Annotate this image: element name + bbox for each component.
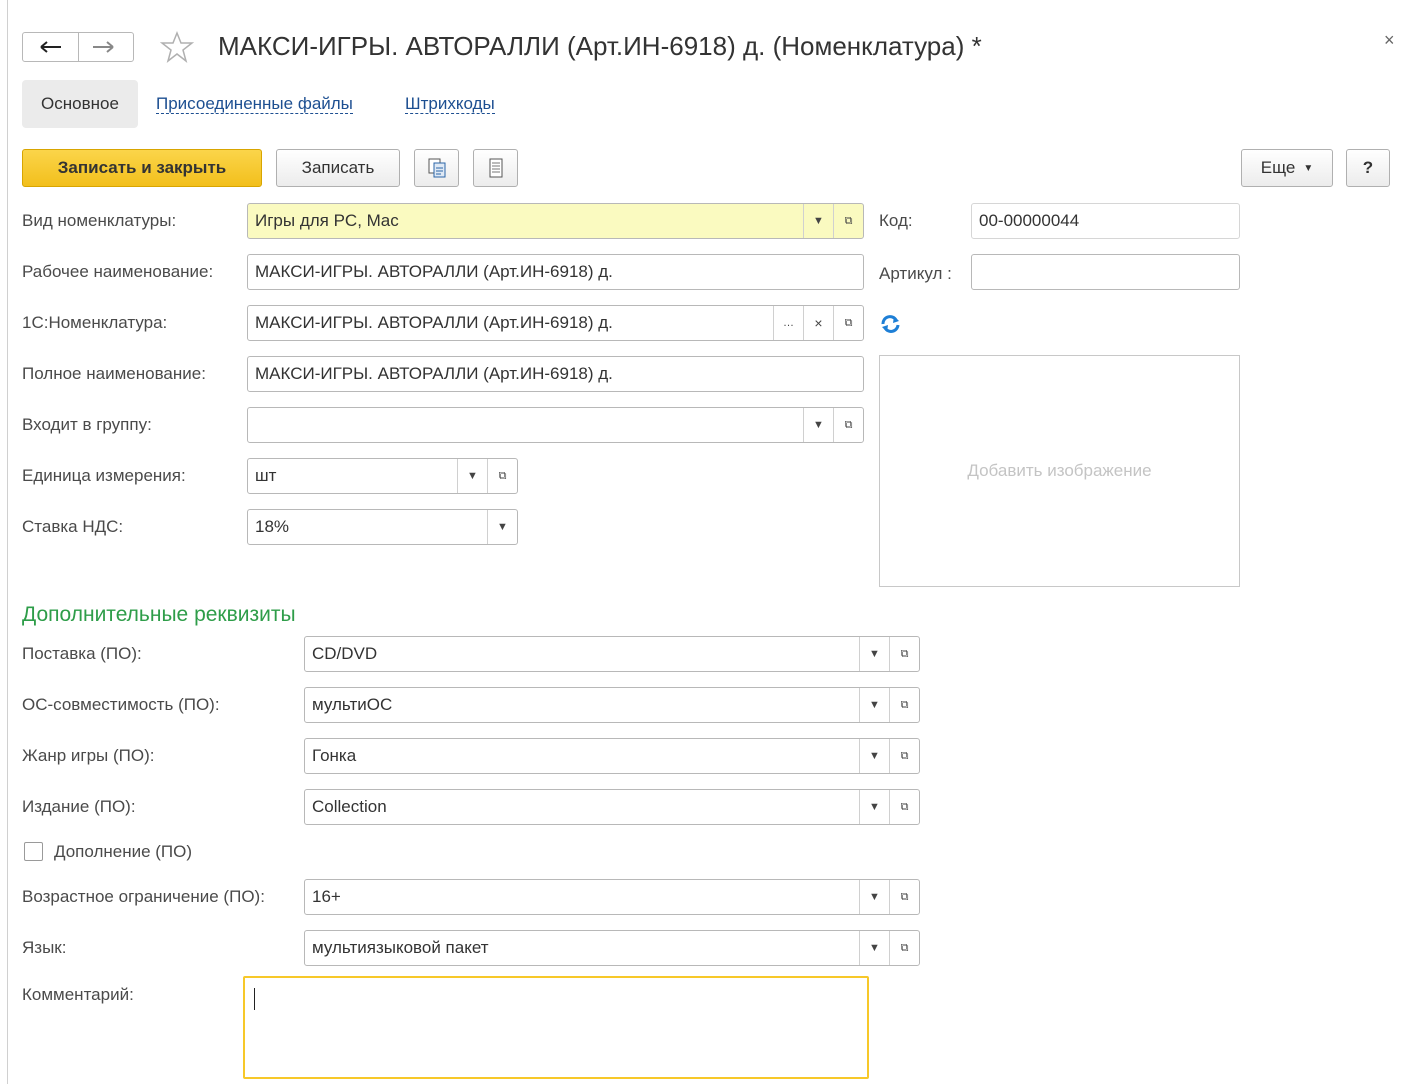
list-document-icon (489, 158, 502, 178)
os-value: мультиОС (312, 695, 393, 714)
code-value: 00-00000044 (979, 211, 1080, 230)
add-image-label: Добавить изображение (967, 461, 1152, 480)
save-and-close-button[interactable]: Записать и закрыть (22, 149, 262, 187)
age-value: 16+ (312, 887, 341, 906)
work-name-field[interactable]: МАКСИ-ИГРЫ. АВТОРАЛЛИ (Арт.ИН-6918) д. (247, 254, 864, 290)
tab-barcodes[interactable]: Штрихкоды (405, 95, 495, 114)
edition-field[interactable]: Collection ▼ ⧉ (304, 789, 920, 825)
open-icon[interactable]: ⧉ (889, 880, 919, 914)
open-icon[interactable]: ⧉ (889, 790, 919, 824)
group-field[interactable]: ▼ ⧉ (247, 407, 864, 443)
full-name-value: МАКСИ-ИГРЫ. АВТОРАЛЛИ (Арт.ИН-6918) д. (255, 364, 613, 383)
edition-label: Издание (ПО): (22, 797, 136, 816)
delivery-value: CD/DVD (312, 644, 378, 663)
dropdown-arrow-icon[interactable]: ▼ (457, 459, 487, 493)
star-icon[interactable] (160, 30, 194, 64)
open-icon[interactable]: ⧉ (487, 459, 517, 493)
chevron-down-icon: ▼ (1303, 162, 1314, 174)
work-name-label: Рабочее наименование: (22, 262, 214, 281)
refresh-icon[interactable] (879, 314, 903, 334)
nom-1c-field[interactable]: МАКСИ-ИГРЫ. АВТОРАЛЛИ (Арт.ИН-6918) д. …… (247, 305, 864, 341)
text-cursor (254, 988, 255, 1010)
vat-field[interactable]: 18% ▼ (247, 509, 518, 545)
clear-icon[interactable]: × (803, 306, 833, 340)
window-title: МАКСИ-ИГРЫ. АВТОРАЛЛИ (Арт.ИН-6918) д. (… (218, 31, 982, 61)
dropdown-arrow-icon[interactable]: ▼ (859, 931, 889, 965)
age-label: Возрастное ограничение (ПО): (22, 887, 265, 906)
group-label: Входит в группу: (22, 415, 152, 434)
open-icon[interactable]: ⧉ (833, 204, 863, 238)
dropdown-arrow-icon[interactable]: ▼ (859, 880, 889, 914)
more-label: Еще (1260, 158, 1296, 177)
dropdown-arrow-icon[interactable]: ▼ (859, 688, 889, 722)
image-area[interactable]: Добавить изображение (879, 355, 1240, 587)
open-icon[interactable]: ⧉ (833, 408, 863, 442)
nom-1c-value: МАКСИ-ИГРЫ. АВТОРАЛЛИ (Арт.ИН-6918) д. (255, 313, 613, 332)
help-button[interactable]: ? (1346, 149, 1390, 187)
kind-value: Игры для PC, Mac (255, 211, 399, 230)
language-field[interactable]: мультиязыковой пакет ▼ ⧉ (304, 930, 920, 966)
kind-label: Вид номенклатуры: (22, 211, 177, 230)
article-label: Артикул : (879, 264, 952, 283)
back-button[interactable] (22, 32, 79, 62)
unit-label: Единица измерения: (22, 466, 186, 485)
report-button[interactable] (473, 149, 518, 187)
os-label: ОС-совместимость (ПО): (22, 695, 220, 714)
more-button[interactable]: Еще ▼ (1241, 149, 1333, 187)
genre-label: Жанр игры (ПО): (22, 746, 155, 765)
addon-label[interactable]: Дополнение (ПО) (54, 842, 192, 862)
tab-main[interactable]: Основное (22, 80, 138, 128)
language-value: мультиязыковой пакет (312, 938, 489, 957)
arrow-left-icon (40, 41, 61, 53)
os-field[interactable]: мультиОС ▼ ⧉ (304, 687, 920, 723)
open-icon[interactable]: ⧉ (889, 739, 919, 773)
dropdown-arrow-icon[interactable]: ▼ (803, 204, 833, 238)
tab-attached-files[interactable]: Присоединенные файлы (156, 95, 353, 114)
tab-main-label: Основное (41, 94, 119, 113)
open-icon[interactable]: ⧉ (889, 688, 919, 722)
vat-label: Ставка НДС: (22, 517, 124, 536)
save-label: Записать (301, 158, 375, 177)
close-icon[interactable]: × (1384, 30, 1395, 51)
help-label: ? (1362, 158, 1374, 177)
addon-checkbox[interactable] (24, 842, 43, 861)
comment-label: Комментарий: (22, 985, 134, 1004)
kind-field[interactable]: Игры для PC, Mac ▼ ⧉ (247, 203, 864, 239)
work-name-value: МАКСИ-ИГРЫ. АВТОРАЛЛИ (Арт.ИН-6918) д. (255, 262, 613, 281)
dropdown-arrow-icon[interactable]: ▼ (487, 510, 517, 544)
genre-field[interactable]: Гонка ▼ ⧉ (304, 738, 920, 774)
code-field[interactable]: 00-00000044 (971, 203, 1240, 239)
dropdown-arrow-icon[interactable]: ▼ (859, 790, 889, 824)
code-label: Код: (879, 211, 913, 230)
article-field[interactable] (971, 254, 1240, 290)
full-name-field[interactable]: МАКСИ-ИГРЫ. АВТОРАЛЛИ (Арт.ИН-6918) д. (247, 356, 864, 392)
save-button[interactable]: Записать (276, 149, 400, 187)
arrow-right-icon (93, 41, 114, 53)
extra-section-title: Дополнительные реквизиты (22, 603, 296, 626)
dropdown-arrow-icon[interactable]: ▼ (859, 739, 889, 773)
dropdown-arrow-icon[interactable]: ▼ (803, 408, 833, 442)
dropdown-arrow-icon[interactable]: ▼ (859, 637, 889, 671)
open-icon[interactable]: ⧉ (833, 306, 863, 340)
copy-button[interactable] (414, 149, 459, 187)
unit-value: шт (255, 466, 277, 485)
genre-value: Гонка (312, 746, 357, 765)
delivery-field[interactable]: CD/DVD ▼ ⧉ (304, 636, 920, 672)
save-and-close-label: Записать и закрыть (57, 158, 227, 177)
edition-value: Collection (312, 797, 387, 816)
comment-field[interactable] (243, 976, 869, 1079)
ellipsis-icon[interactable]: … (773, 306, 803, 340)
vat-value: 18% (255, 517, 290, 536)
language-label: Язык: (22, 938, 67, 957)
forward-button[interactable] (78, 32, 134, 62)
full-name-label: Полное наименование: (22, 364, 206, 383)
copy-document-icon (428, 158, 445, 178)
open-icon[interactable]: ⧉ (889, 637, 919, 671)
open-icon[interactable]: ⧉ (889, 931, 919, 965)
delivery-label: Поставка (ПО): (22, 644, 142, 663)
nom-1c-label: 1С:Номенклатура: (22, 313, 168, 332)
unit-field[interactable]: шт ▼ ⧉ (247, 458, 518, 494)
age-field[interactable]: 16+ ▼ ⧉ (304, 879, 920, 915)
